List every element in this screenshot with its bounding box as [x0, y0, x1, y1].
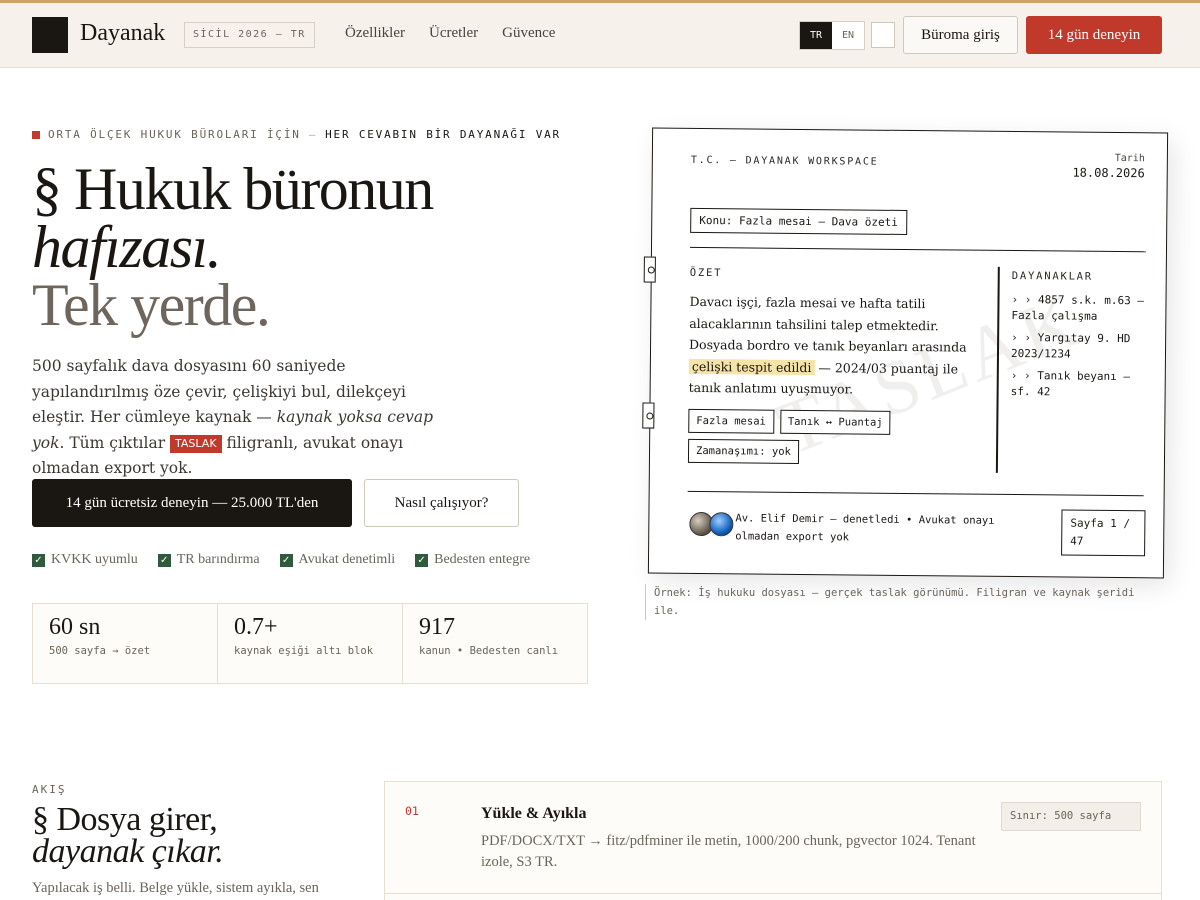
- reviewer-signature: Av. Elif Demir — denetledi • Avukat onay…: [735, 512, 995, 544]
- theme-toggle[interactable]: [871, 22, 895, 48]
- stats-panel: 60 sn 500 sayfa → özet 0.7+ kaynak eşiği…: [32, 603, 588, 684]
- document-date: Tarih 18.08.2026: [1072, 152, 1145, 181]
- registry-badge: SİCİL 2026 — TR: [184, 22, 315, 48]
- stat-value: 0.7+: [234, 614, 278, 640]
- logo-mark[interactable]: [32, 17, 68, 53]
- eyebrow-audience: ORTA ÖLÇEK HUKUK BÜROLARI İÇİN: [48, 128, 301, 141]
- badge-label: KVKK uyumlu: [51, 552, 138, 567]
- hero-title-line1: § Hukuk büronun: [32, 156, 434, 222]
- summary-part-a: Davacı işçi, fazla mesai ve hafta tatili…: [689, 293, 967, 355]
- badge-label: Avukat denetimli: [298, 552, 396, 567]
- date-label: Tarih: [1114, 152, 1145, 165]
- stat-label: kaynak eşiği altı blok: [234, 645, 374, 657]
- column-divider: [995, 266, 1000, 473]
- lead-text-b: . Tüm çıktılar: [59, 433, 171, 452]
- trial-button[interactable]: 14 gün deneyin: [1026, 16, 1162, 54]
- contradiction-highlight: çelişki tespit edildi: [688, 358, 815, 375]
- lang-en-button[interactable]: EN: [832, 22, 864, 49]
- avatar: [709, 512, 734, 537]
- stat-threshold: 0.7+ kaynak eşiği altı blok: [218, 604, 403, 683]
- document-header: T.C. — DAYANAK WORKSPACE: [690, 154, 879, 168]
- flow-title-line2: dayanak çıkar.: [32, 833, 224, 870]
- flow-title: § Dosya girer, dayanak çıkar.: [32, 803, 224, 870]
- chip-overtime[interactable]: Fazla mesai: [688, 408, 774, 434]
- lang-tr-button[interactable]: TR: [800, 22, 832, 49]
- flow-steps: 01 Yükle & Ayıkla PDF/DOCX/TXT → fitz/pd…: [384, 781, 1162, 900]
- step-limit-badge: Sınır: 500 sayfa: [1001, 802, 1141, 831]
- stat-laws: 917 kanun • Bedesten canlı: [403, 604, 587, 683]
- nav-link-security[interactable]: Güvence: [502, 25, 555, 42]
- preview-caption: Örnek: İş hukuku dosyası — gerçek taslak…: [645, 584, 1155, 620]
- step-number: 01: [405, 804, 419, 818]
- tag-chips: Fazla mesai Tanık ↔ Puantaj Zamanaşımı: …: [687, 408, 989, 466]
- check-icon: ✓: [32, 553, 45, 567]
- eyebrow-square-icon: [32, 130, 40, 139]
- badge-bedesten: ✓ Bedesten entegre: [415, 552, 530, 568]
- references-heading: DAYANAKLAR: [1011, 269, 1094, 283]
- brand-name[interactable]: Dayanak: [80, 20, 165, 47]
- hero-title: § Hukuk büronun hafızası. Tek yerde.: [32, 156, 434, 338]
- summary-text: Davacı işçi, fazla mesai ve hafta tatili…: [689, 291, 988, 401]
- main-nav: Özellikler Ücretler Güvence: [345, 25, 555, 42]
- reference-item[interactable]: › › Yargıtay 9. HD 2023/1234: [1011, 330, 1151, 363]
- step-title: Yükle & Ayıkla: [481, 805, 587, 822]
- binder-clip-icon: [642, 402, 655, 429]
- reference-item[interactable]: › › Tanık beyanı — sf. 42: [1011, 368, 1151, 401]
- document-subject: Konu: Fazla mesai — Dava özeti: [690, 207, 908, 235]
- divider: [687, 490, 1144, 497]
- start-trial-button[interactable]: 14 gün ücretsiz deneyin — 25.000 TL'den: [32, 479, 352, 527]
- draft-tag: TASLAK: [170, 434, 222, 453]
- badge-lawyer-reviewed: ✓ Avukat denetimli: [279, 552, 396, 568]
- page-indicator: Sayfa 1 / 47: [1061, 509, 1146, 557]
- stat-value: 917: [419, 614, 455, 640]
- stat-value: 60 sn: [49, 614, 101, 640]
- references-list: › › 4857 s.k. m.63 — Fazla çalışma › › Y…: [1010, 292, 1151, 407]
- step-item: 01 Yükle & Ayıkla PDF/DOCX/TXT → fitz/pd…: [385, 782, 1161, 894]
- flow-intro: Yapılacak iş belli. Belge yükle, sistem …: [32, 880, 319, 896]
- stat-label: kanun • Bedesten canlı: [419, 645, 559, 657]
- hero-title-line2: hafızası.: [32, 214, 222, 280]
- badge-label: TR barındırma: [176, 552, 260, 567]
- summary-heading: ÖZET: [689, 266, 723, 280]
- stat-label: 500 sayfa → özet: [49, 645, 151, 657]
- binder-clip-icon: [643, 256, 656, 283]
- check-icon: ✓: [157, 553, 171, 567]
- reference-item[interactable]: › › 4857 s.k. m.63 — Fazla çalışma: [1011, 292, 1151, 325]
- stat-speed: 60 sn 500 sayfa → özet: [33, 604, 218, 683]
- site-header: Dayanak SİCİL 2026 — TR Özellikler Ücret…: [0, 3, 1200, 68]
- flow-eyebrow: AKIŞ: [32, 783, 67, 796]
- chip-limitation[interactable]: Zamanaşımı: yok: [687, 438, 799, 464]
- language-switch: TR EN: [799, 21, 865, 50]
- draft-document: TASLAK T.C. — DAYANAK WORKSPACE Tarih 18…: [642, 127, 1169, 579]
- hero-lead: 500 sayfalık dava dosyasını 60 saniyede …: [32, 354, 452, 482]
- hero-title-line3: Tek yerde.: [32, 272, 271, 338]
- trust-badges: ✓ KVKK uyumlu ✓ TR barındırma ✓ Avukat dene…: [32, 552, 530, 568]
- nav-link-features[interactable]: Özellikler: [345, 25, 405, 42]
- badge-label: Bedesten entegre: [434, 552, 531, 567]
- check-icon: ✓: [415, 553, 429, 567]
- step-description: PDF/DOCX/TXT → fitz/pdfminer ile metin, …: [481, 833, 976, 870]
- date-value: 18.08.2026: [1072, 165, 1145, 181]
- document-preview: TASLAK T.C. — DAYANAK WORKSPACE Tarih 18…: [642, 127, 1169, 579]
- badge-tr-hosting: ✓ TR barındırma: [157, 552, 260, 568]
- nav-link-pricing[interactable]: Ücretler: [429, 25, 478, 42]
- hero-eyebrow: ORTA ÖLÇEK HUKUK BÜROLARI İÇİN — HER CEV…: [32, 128, 561, 141]
- divider: [689, 246, 1146, 253]
- eyebrow-motto: HER CEVABIN BİR DAYANAĞI VAR: [325, 128, 561, 141]
- login-button[interactable]: Büroma giriş: [903, 16, 1018, 54]
- reviewer-avatars: [689, 511, 735, 538]
- chip-witness-timesheet[interactable]: Tanık ↔ Puantaj: [779, 409, 891, 435]
- how-it-works-button[interactable]: Nasıl çalışıyor?: [364, 479, 519, 527]
- eyebrow-separator: —: [308, 128, 318, 141]
- check-icon: ✓: [279, 553, 293, 567]
- badge-kvkk: ✓ KVKK uyumlu: [32, 552, 138, 568]
